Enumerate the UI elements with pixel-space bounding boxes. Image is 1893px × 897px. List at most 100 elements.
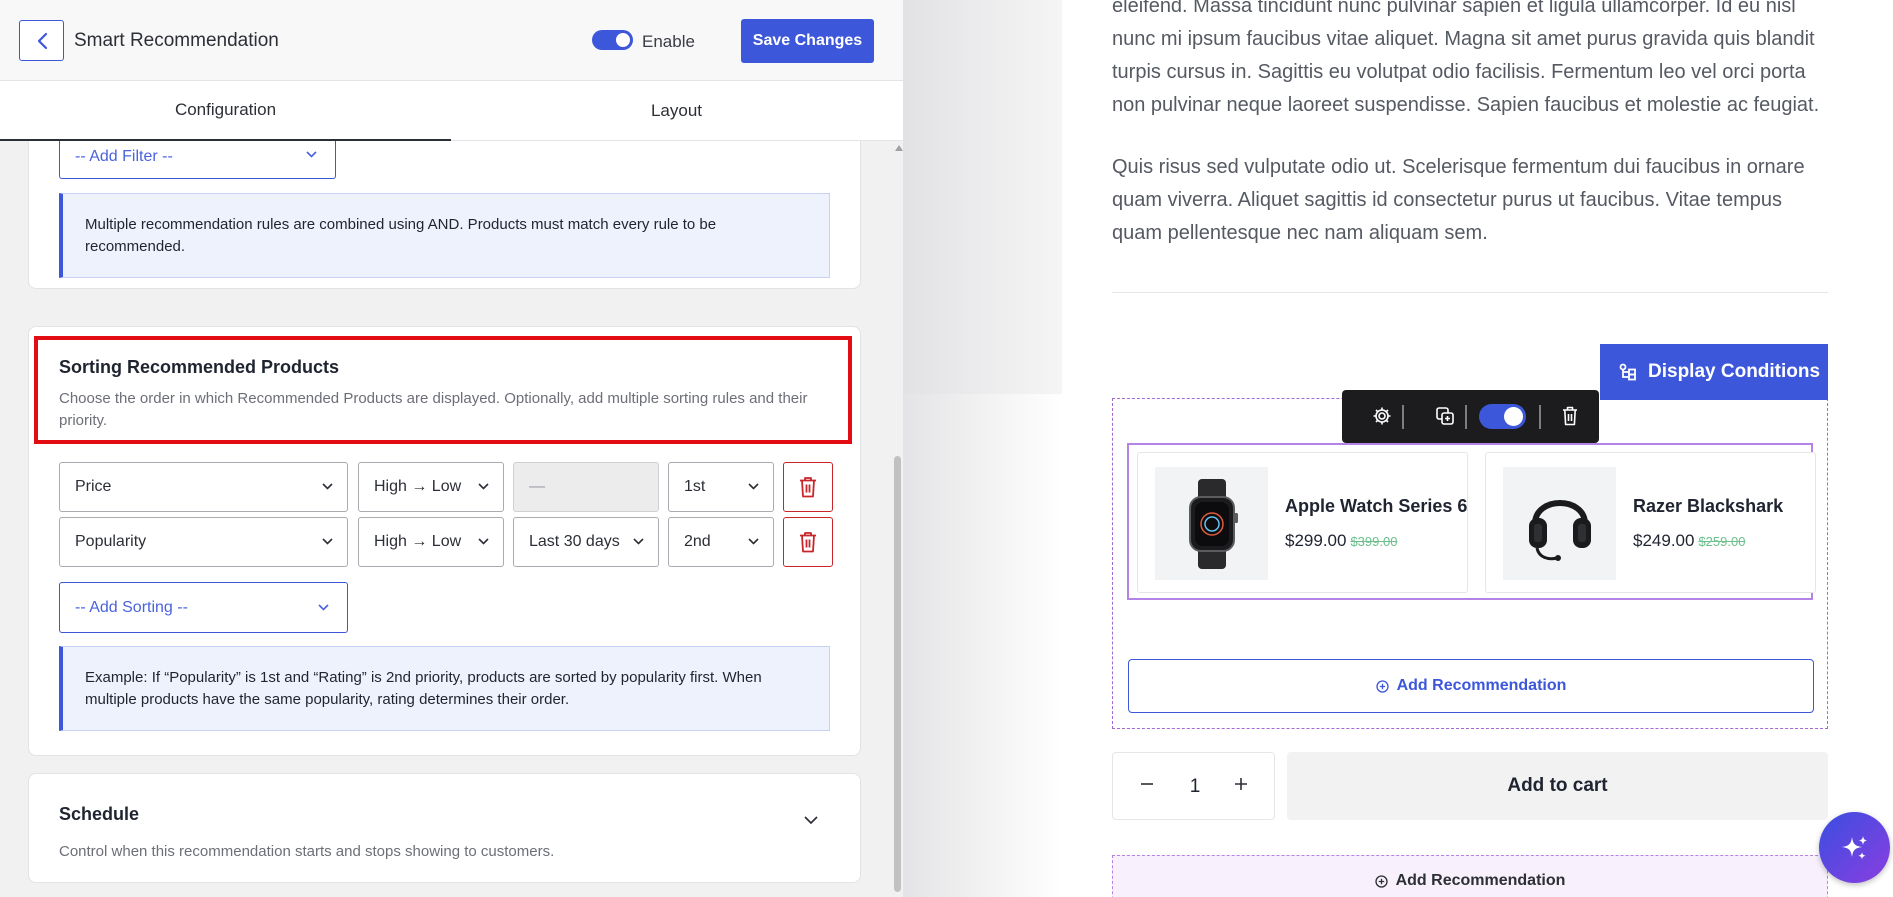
toolbar-divider — [1402, 405, 1404, 429]
toggle-knob — [616, 33, 630, 47]
scrollbar-thumb[interactable] — [894, 456, 901, 892]
enable-label: Enable — [642, 32, 695, 51]
chevron-down-icon — [318, 604, 329, 611]
settings-scroll-area: -- Add Filter -- Multiple recommendation… — [0, 141, 903, 897]
quantity-stepper: 1 — [1112, 752, 1275, 820]
panel-header: Smart Recommendation Enable Save Changes — [0, 0, 903, 81]
sort-priority-select[interactable]: 1st — [668, 462, 774, 512]
add-recommendation-label: Add Recommendation — [1395, 872, 1566, 889]
sort-period-select: — — [513, 462, 659, 512]
product-price: $249.00 $259.00 — [1633, 531, 1745, 551]
watch-icon — [1182, 478, 1242, 569]
page-title: Smart Recommendation — [74, 30, 279, 51]
product-name[interactable]: Razer Blackshark — [1633, 496, 1783, 517]
sort-direction-value: High → Low — [374, 533, 462, 550]
product-price: $299.00 $399.00 — [1285, 531, 1397, 551]
page-preview: eleifend. Massa tincidunt nunc pulvinar … — [1062, 0, 1893, 897]
tab-configuration[interactable]: Configuration — [0, 81, 451, 141]
conditions-icon — [1618, 362, 1638, 382]
tab-bar: Configuration Layout — [0, 81, 903, 141]
sorting-description: Choose the order in which Recommended Pr… — [59, 390, 808, 429]
current-price: $249.00 — [1633, 531, 1695, 550]
sorting-card: Sorting Recommended Products Choose the … — [28, 326, 861, 756]
sort-field-value: Popularity — [75, 533, 147, 550]
sort-field-select[interactable]: Popularity — [59, 517, 348, 567]
product-card[interactable]: Apple Watch Series 6 $299.00 $399.00 — [1137, 452, 1468, 593]
scrollbar[interactable] — [892, 141, 903, 897]
trash-icon[interactable] — [1562, 406, 1578, 426]
sort-direction-select[interactable]: High → Low — [358, 462, 504, 512]
headphones-icon — [1525, 484, 1595, 564]
chevron-down-icon[interactable] — [804, 816, 818, 824]
display-conditions-label: Display Conditions — [1648, 361, 1821, 382]
save-changes-button[interactable]: Save Changes — [741, 19, 874, 63]
toggle-knob — [1504, 407, 1523, 426]
schedule-card[interactable]: Schedule Control when this recommendatio… — [28, 773, 861, 883]
chevron-down-icon — [748, 483, 759, 490]
display-conditions-button[interactable]: Display Conditions — [1600, 344, 1828, 400]
delete-rule-button[interactable] — [783, 517, 833, 567]
plus-icon[interactable] — [1232, 775, 1250, 793]
tab-layout[interactable]: Layout — [451, 81, 902, 141]
product-image — [1503, 467, 1616, 580]
product-name[interactable]: Apple Watch Series 6 — [1285, 496, 1467, 517]
sort-field-select[interactable]: Price — [59, 462, 348, 512]
chevron-down-icon — [633, 538, 644, 545]
schedule-description: Control when this recommendation starts … — [59, 843, 555, 860]
preview-paragraph: Quis risus sed vulputate odio ut. Sceler… — [1112, 156, 1805, 244]
sort-direction-select[interactable]: High → Low — [358, 517, 504, 567]
back-button[interactable] — [19, 20, 64, 61]
divider — [1112, 292, 1828, 293]
add-recommendation-label: Add Recommendation — [1396, 677, 1567, 694]
sorting-info-note: Example: If “Popularity” is 1st and “Rat… — [59, 646, 830, 731]
filter-info-note: Multiple recommendation rules are combin… — [59, 193, 830, 278]
sort-period-value: Last 30 days — [529, 533, 620, 550]
sort-period-value: — — [529, 478, 545, 495]
chevron-down-icon — [322, 538, 333, 545]
plus-circle-icon — [1374, 872, 1388, 888]
sorting-title: Sorting Recommended Products — [59, 357, 340, 377]
chevron-down-icon — [322, 483, 333, 490]
delete-rule-button[interactable] — [783, 462, 833, 512]
plus-circle-icon — [1375, 679, 1389, 693]
add-recommendation-button[interactable]: Add Recommendation — [1112, 855, 1828, 897]
current-price: $299.00 — [1285, 531, 1347, 550]
canvas-backdrop-top — [903, 0, 1062, 394]
old-price: $399.00 — [1350, 534, 1398, 549]
quantity-value[interactable]: 1 — [1186, 776, 1204, 798]
enable-toggle[interactable] — [592, 30, 633, 50]
add-filter-label: -- Add Filter -- — [75, 148, 173, 165]
toolbar-divider — [1465, 405, 1467, 429]
recommended-products-row: Apple Watch Series 6 $299.00 $399.00 Raze… — [1127, 443, 1816, 600]
old-price: $259.00 — [1698, 534, 1746, 549]
trash-icon — [799, 476, 817, 498]
gear-icon[interactable] — [1372, 406, 1392, 426]
sparkles-icon — [1840, 833, 1870, 863]
settings-panel: Smart Recommendation Enable Save Changes… — [0, 0, 903, 897]
sort-field-value: Price — [75, 478, 112, 495]
sort-period-select[interactable]: Last 30 days — [513, 517, 659, 567]
schedule-title: Schedule — [59, 804, 140, 824]
duplicate-icon[interactable] — [1435, 406, 1455, 426]
chevron-down-icon — [478, 538, 489, 545]
minus-icon[interactable] — [1138, 775, 1156, 793]
add-to-cart-button[interactable]: Add to cart — [1287, 752, 1828, 820]
filters-card: -- Add Filter -- Multiple recommendation… — [28, 141, 861, 289]
chevron-down-icon — [748, 538, 759, 545]
chevron-down-icon — [478, 483, 489, 490]
chevron-left-icon — [36, 32, 48, 50]
trash-icon — [799, 531, 817, 553]
add-sorting-select[interactable]: -- Add Sorting -- — [59, 582, 348, 633]
block-toolbar — [1342, 390, 1599, 443]
scroll-up-arrow[interactable] — [895, 145, 903, 151]
add-recommendation-button[interactable]: Add Recommendation — [1128, 659, 1814, 713]
product-card[interactable]: Razer Blackshark $249.00 $259.00 — [1485, 452, 1816, 593]
sort-priority-select[interactable]: 2nd — [668, 517, 774, 567]
block-visibility-toggle[interactable] — [1479, 404, 1526, 429]
ai-assistant-button[interactable] — [1819, 812, 1890, 883]
sort-priority-value: 1st — [684, 478, 706, 495]
add-filter-select[interactable]: -- Add Filter -- — [59, 141, 336, 179]
sort-direction-value: High → Low — [374, 478, 462, 495]
chevron-down-icon — [306, 151, 317, 158]
sort-priority-value: 2nd — [684, 533, 711, 550]
